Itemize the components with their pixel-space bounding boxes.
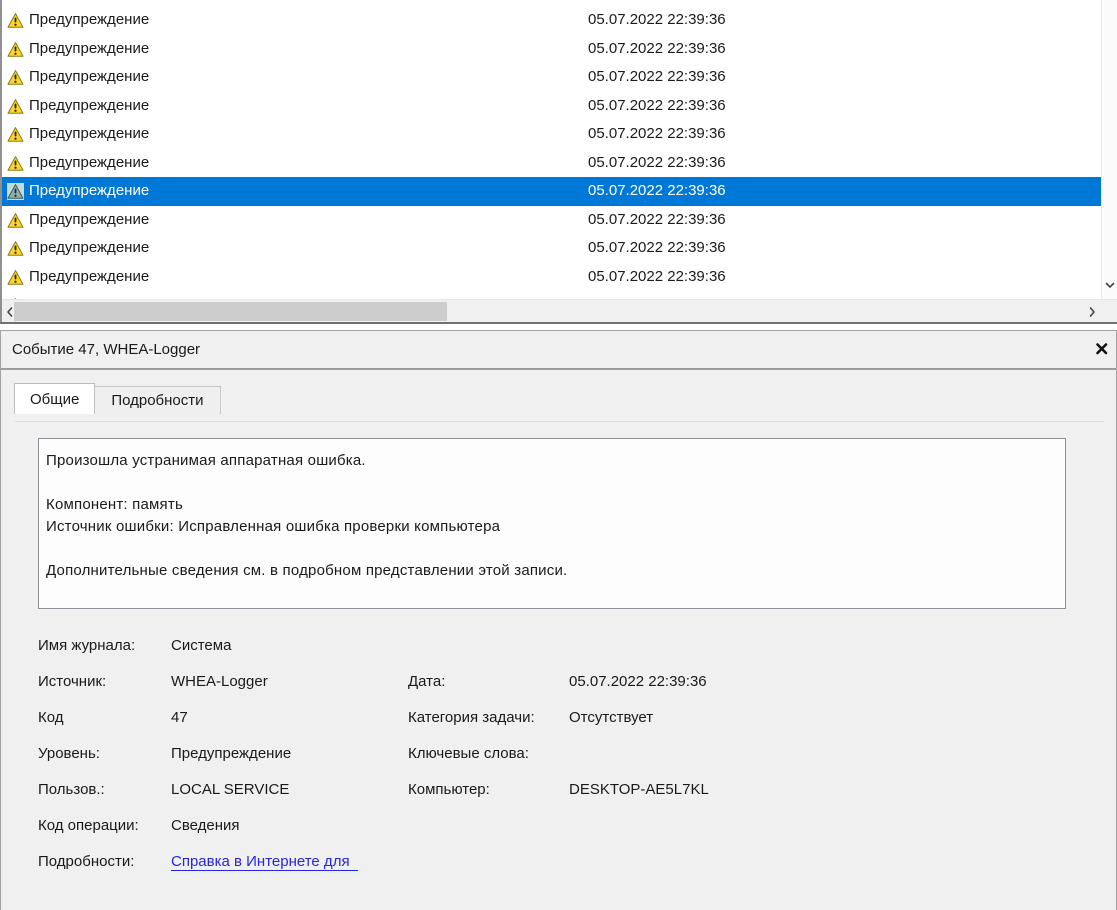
event-date: 05.07.2022 22:39:36 xyxy=(588,11,726,28)
field-row-user-computer: Пользов.: LOCAL SERVICE Компьютер: DESKT… xyxy=(1,781,1116,803)
field-value: Сведения xyxy=(171,817,240,834)
event-details-panel: Событие 47, WHEA-Logger Общие Подробност… xyxy=(0,330,1117,910)
event-list-row[interactable]: Предупреждение 05.07.2022 22:39:36 xyxy=(0,92,1101,121)
event-list-row[interactable]: Предупреждение 05.07.2022 22:39:36 xyxy=(0,149,1101,178)
field-row-more-info: Подробности: Справка в Интернете для xyxy=(1,853,1116,875)
horizontal-scrollbar[interactable] xyxy=(0,299,1117,322)
field-label: Код операции: xyxy=(38,817,139,834)
event-date: 05.07.2022 22:39:36 xyxy=(588,39,726,57)
online-help-link[interactable]: Справка в Интернете для xyxy=(171,853,358,871)
pane-divider xyxy=(0,322,1117,324)
header-separator xyxy=(1,368,1116,370)
warning-icon xyxy=(7,269,24,286)
event-list-row[interactable]: Предупреждение 05.07.2022 22:39:36 xyxy=(0,63,1101,92)
field-value: DESKTOP-AE5L7KL xyxy=(569,781,709,798)
field-row-code-category: Код 47 Категория задачи: Отсутствует xyxy=(1,709,1116,731)
event-date: 05.07.2022 22:39:36 xyxy=(588,182,726,199)
field-value: 47 xyxy=(171,709,188,726)
field-label: Подробности: xyxy=(38,853,135,870)
field-label: Источник: xyxy=(38,673,107,690)
event-date: 05.07.2022 22:39:36 xyxy=(588,96,726,114)
field-label: Код xyxy=(38,709,64,726)
event-level: Предупреждение xyxy=(29,267,150,285)
event-viewer-screen: Предупреждение 05.07.2022 22:39:36 Преду… xyxy=(0,0,1117,910)
vertical-scrollbar[interactable] xyxy=(1101,0,1117,299)
event-description-box[interactable]: Произошла устранимая аппаратная ошибка. … xyxy=(38,438,1066,609)
warning-icon xyxy=(7,0,24,1)
event-level: Предупреждение xyxy=(29,182,150,199)
warning-icon xyxy=(7,41,24,58)
field-value: WHEA-Logger xyxy=(171,673,268,690)
description-line: Произошла устранимая аппаратная ошибка. xyxy=(46,452,366,469)
field-row-level-keywords: Уровень: Предупреждение Ключевые слова: xyxy=(1,745,1116,767)
event-level: Предупреждение xyxy=(29,153,150,171)
event-level: Предупреждение xyxy=(29,68,150,85)
tabpage-border xyxy=(15,421,1104,422)
field-row-source-date: Источник: WHEA-Logger Дата: 05.07.2022 2… xyxy=(1,673,1116,695)
tab-details[interactable]: Подробности xyxy=(95,386,221,414)
chevron-right-icon[interactable] xyxy=(1085,305,1099,319)
event-list-row-selected[interactable]: Предупреждение 05.07.2022 22:39:36 xyxy=(0,177,1101,206)
event-list-row[interactable]: Предупреждение 05.07.2022 22:39:36 xyxy=(0,120,1101,149)
event-level: Предупреждение xyxy=(29,11,150,28)
field-label: Ключевые слова: xyxy=(408,745,529,762)
field-label: Категория задачи: xyxy=(408,709,535,726)
field-label: Пользов.: xyxy=(38,781,105,798)
close-icon[interactable] xyxy=(1094,341,1112,359)
event-list-row[interactable]: Предупреждение 05.07.2022 22:39:36 xyxy=(0,206,1101,235)
field-value: Система xyxy=(171,637,232,654)
horizontal-scrollbar-thumb[interactable] xyxy=(14,302,447,321)
warning-icon xyxy=(7,98,24,115)
warning-icon xyxy=(7,12,24,29)
event-list-row[interactable]: Предупреждение 05.07.2022 22:39:36 xyxy=(0,6,1101,35)
warning-icon xyxy=(7,155,24,172)
tab-general[interactable]: Общие xyxy=(14,383,96,414)
warning-icon xyxy=(7,183,24,200)
event-date: 05.07.2022 22:39:36 xyxy=(588,68,726,85)
event-level: Предупреждение xyxy=(29,125,150,142)
event-level: Предупреждение xyxy=(29,239,150,256)
chevron-down-icon[interactable] xyxy=(1104,278,1116,296)
description-line xyxy=(46,472,1057,494)
field-row-log-name: Имя журнала: Система xyxy=(1,637,1116,659)
field-value: 05.07.2022 22:39:36 xyxy=(569,673,707,690)
field-row-opcode: Код операции: Сведения xyxy=(1,817,1116,839)
event-date: 05.07.2022 22:39:36 xyxy=(588,153,726,171)
description-line: Дополнительные сведения см. в подробном … xyxy=(46,562,568,579)
description-line xyxy=(46,538,1057,560)
field-label: Уровень: xyxy=(38,745,100,762)
warning-icon xyxy=(7,240,24,257)
field-label: Дата: xyxy=(408,673,446,690)
event-date: 05.07.2022 22:39:36 xyxy=(588,267,726,285)
field-label: Имя журнала: xyxy=(38,637,136,654)
event-date: 05.07.2022 22:39:36 xyxy=(588,125,726,142)
event-level: Предупреждение xyxy=(29,210,150,228)
event-list: Предупреждение 05.07.2022 22:39:36 Преду… xyxy=(0,0,1101,299)
event-date: 05.07.2022 22:39:36 xyxy=(588,210,726,228)
description-line: Источник ошибки: Исправленная ошибка про… xyxy=(46,518,501,535)
tab-bar: Общие Подробности xyxy=(14,383,221,414)
event-list-row[interactable]: Предупреждение 05.07.2022 22:39:36 xyxy=(0,35,1101,64)
event-list-row[interactable]: Предупреждение 05.07.2022 22:39:36 xyxy=(0,291,1101,299)
event-details-title: Событие 47, WHEA-Logger xyxy=(12,341,201,358)
field-value: LOCAL SERVICE xyxy=(171,781,290,798)
warning-icon xyxy=(7,69,24,86)
event-level: Предупреждение xyxy=(29,39,150,57)
warning-icon xyxy=(7,126,24,143)
event-date: 05.07.2022 22:39:36 xyxy=(588,239,726,256)
window-left-edge xyxy=(0,0,2,322)
field-value: Отсутствует xyxy=(569,709,654,726)
event-list-row[interactable]: Предупреждение 05.07.2022 22:39:36 xyxy=(0,234,1101,263)
warning-icon xyxy=(7,212,24,229)
event-list-row[interactable]: Предупреждение 05.07.2022 22:39:36 xyxy=(0,263,1101,292)
field-value: Предупреждение xyxy=(171,745,292,762)
event-level: Предупреждение xyxy=(29,96,150,114)
field-label: Компьютер: xyxy=(408,781,490,798)
description-line: Компонент: память xyxy=(46,496,183,513)
